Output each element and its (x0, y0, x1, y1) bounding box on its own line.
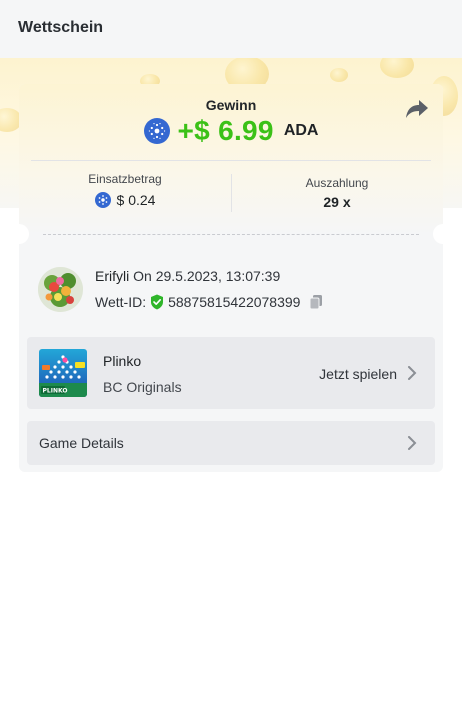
chevron-right-icon (407, 436, 417, 450)
bet-ticket-card: Gewinn +$ 6.99 ADA Einsatzbetrag $ 0.24 … (19, 84, 443, 472)
coin-decoration (380, 58, 414, 78)
game-provider: BC Originals (103, 379, 182, 395)
game-link-row[interactable]: PLINKO Plinko BC Originals Jetzt spielen (27, 337, 435, 409)
ticket-perforation (43, 234, 419, 235)
stake-stat: Einsatzbetrag $ 0.24 (19, 172, 231, 208)
share-icon[interactable] (405, 98, 429, 120)
chevron-right-icon (407, 366, 417, 380)
play-now-link[interactable]: Jetzt spielen (319, 366, 397, 382)
coin-decoration (330, 68, 348, 82)
payout-value: 29 x (323, 194, 351, 210)
bet-user-line: Erifyli On 29.5.2023, 13:07:39 (95, 268, 280, 284)
payout-stat: Auszahlung 29 x (231, 176, 443, 210)
verified-shield-icon (150, 294, 164, 310)
stake-label: Einsatzbetrag (88, 172, 162, 186)
win-amount: +$ 6.99 (177, 115, 274, 146)
avatar[interactable] (38, 267, 83, 312)
win-amount-row: +$ 6.99 ADA (19, 114, 443, 148)
win-label: Gewinn (205, 97, 257, 113)
stake-value: $ 0.24 (116, 192, 156, 208)
payout-label: Auszahlung (305, 176, 369, 190)
game-details-row[interactable]: Game Details (27, 421, 435, 465)
bet-id-line: Wett-ID: 58875815422078399 (95, 294, 324, 310)
ada-coin-icon (143, 118, 170, 144)
bet-id-label: Wett-ID: (95, 294, 147, 310)
copy-icon[interactable] (308, 294, 324, 310)
game-thumbnail: PLINKO (39, 349, 87, 397)
game-details-label: Game Details (39, 435, 124, 451)
header-bar: Wettschein (0, 0, 462, 58)
thumb-text: PLINKO (43, 388, 68, 395)
username[interactable]: Erifyli (95, 268, 129, 284)
ticket-notch-right (433, 224, 443, 244)
page-title: Wettschein (18, 19, 104, 36)
win-currency: ADA (283, 122, 319, 139)
stake-value-row: $ 0.24 (19, 192, 231, 208)
game-name: Plinko (103, 353, 142, 369)
bet-id-value: 58875815422078399 (168, 294, 301, 310)
bet-date: On 29.5.2023, 13:07:39 (133, 268, 281, 284)
ada-coin-icon (94, 192, 111, 208)
divider (31, 160, 431, 161)
